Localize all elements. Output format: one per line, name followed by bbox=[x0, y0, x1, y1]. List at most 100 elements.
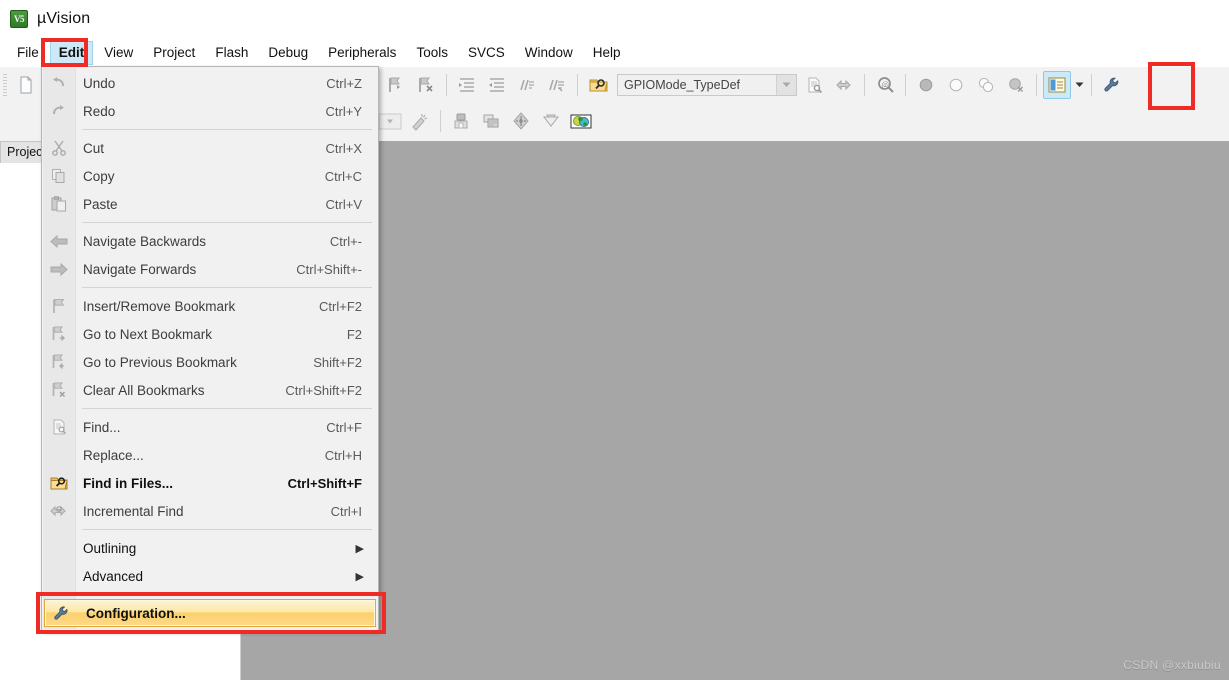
menu-window[interactable]: Window bbox=[516, 41, 582, 65]
configuration-wrench-icon[interactable] bbox=[1098, 71, 1126, 99]
menu-item-accelerator: F2 bbox=[346, 326, 362, 342]
configuration-wrench-icon bbox=[45, 600, 78, 626]
build-icon[interactable] bbox=[447, 107, 475, 135]
target-dropdown-icon[interactable] bbox=[376, 107, 404, 135]
menu-item-accelerator: Ctrl+Shift+F bbox=[287, 475, 362, 491]
toolbar-separator bbox=[864, 74, 865, 96]
target-options-icon[interactable] bbox=[406, 107, 434, 135]
undo-icon bbox=[42, 70, 75, 96]
menu-item-label: Navigate Backwards bbox=[83, 233, 207, 249]
menu-item-label: Clear All Bookmarks bbox=[83, 382, 205, 398]
submenu-arrow-icon: ▶ bbox=[355, 570, 364, 583]
menu-separator bbox=[82, 594, 372, 595]
menu-help[interactable]: Help bbox=[584, 41, 630, 65]
mdi-background bbox=[241, 141, 1229, 680]
menu-item-navigate-backwards[interactable]: Navigate Backwards Ctrl+- bbox=[42, 227, 378, 255]
disable-all-breakpoints-icon[interactable] bbox=[1002, 71, 1030, 99]
menu-item-accelerator: Ctrl+Z bbox=[326, 75, 362, 91]
menu-item-label: Find in Files... bbox=[83, 475, 174, 491]
menu-edit[interactable]: Edit bbox=[49, 40, 94, 65]
menu-item-label: Incremental Find bbox=[83, 503, 184, 519]
rebuild-icon[interactable] bbox=[477, 107, 505, 135]
menu-item-accelerator: Ctrl+X bbox=[325, 140, 362, 156]
menu-item-accelerator: Ctrl+C bbox=[324, 168, 362, 184]
magnifier-icon[interactable]: @ bbox=[871, 71, 899, 99]
batch-build-icon[interactable] bbox=[507, 107, 535, 135]
menu-view[interactable]: View bbox=[95, 41, 142, 65]
paste-icon bbox=[42, 191, 75, 217]
go-to-definition-icon[interactable] bbox=[800, 71, 828, 99]
menu-item-find-in-files[interactable]: Find in Files... Ctrl+Shift+F bbox=[42, 469, 378, 497]
menu-item-replace[interactable]: Replace... Ctrl+H bbox=[42, 441, 378, 469]
menu-item-label: Redo bbox=[83, 103, 116, 119]
bookmark-previous-icon bbox=[42, 349, 75, 375]
no-icon bbox=[42, 563, 75, 589]
indent-icon[interactable] bbox=[453, 71, 481, 99]
find-icon bbox=[42, 414, 75, 440]
edit-dropdown-menu: Undo Ctrl+Z Redo Ctrl+Y Cut Ctrl+X Copy … bbox=[41, 66, 379, 631]
project-window-icon[interactable] bbox=[1043, 71, 1071, 99]
cut-icon bbox=[42, 135, 75, 161]
menu-item-label: Find... bbox=[83, 419, 121, 435]
menu-tools[interactable]: Tools bbox=[407, 41, 457, 65]
menu-item-paste[interactable]: Paste Ctrl+V bbox=[42, 190, 378, 218]
incremental-find-icon[interactable] bbox=[830, 71, 858, 99]
menu-item-advanced[interactable]: Advanced ▶ bbox=[42, 562, 378, 590]
menu-debug[interactable]: Debug bbox=[259, 41, 317, 65]
menu-separator bbox=[82, 129, 372, 130]
menu-item-label: Go to Next Bookmark bbox=[83, 326, 213, 342]
menu-separator bbox=[82, 529, 372, 530]
symbol-combo-value[interactable]: GPIOMode_TypeDef bbox=[618, 78, 776, 92]
menu-item-insert-remove-bookmark[interactable]: Insert/Remove Bookmark Ctrl+F2 bbox=[42, 292, 378, 320]
no-icon bbox=[42, 535, 75, 561]
menu-file[interactable]: File bbox=[8, 41, 48, 65]
menu-item-outlining[interactable]: Outlining ▶ bbox=[42, 534, 378, 562]
menu-item-accelerator: Ctrl+H bbox=[324, 447, 362, 463]
menu-item-cut[interactable]: Cut Ctrl+X bbox=[42, 134, 378, 162]
menu-separator bbox=[82, 408, 372, 409]
menu-item-label: Insert/Remove Bookmark bbox=[83, 298, 236, 314]
menu-item-label: Go to Previous Bookmark bbox=[83, 354, 237, 370]
menu-item-undo[interactable]: Undo Ctrl+Z bbox=[42, 69, 378, 97]
menu-flash[interactable]: Flash bbox=[206, 41, 257, 65]
toolbar-grip[interactable] bbox=[3, 74, 7, 96]
menu-item-accelerator: Ctrl+F bbox=[326, 419, 362, 435]
menu-item-navigate-forwards[interactable]: Navigate Forwards Ctrl+Shift+- bbox=[42, 255, 378, 283]
menu-item-clear-all-bookmarks[interactable]: Clear All Bookmarks Ctrl+Shift+F2 bbox=[42, 376, 378, 404]
toolbar-separator bbox=[1036, 74, 1037, 96]
menu-separator bbox=[82, 287, 372, 288]
symbol-search-combo[interactable]: GPIOMode_TypeDef bbox=[617, 74, 797, 96]
menu-item-go-to-previous-bookmark[interactable]: Go to Previous Bookmark Shift+F2 bbox=[42, 348, 378, 376]
menu-item-accelerator: Ctrl+- bbox=[329, 233, 362, 249]
menu-item-incremental-find[interactable]: Incremental Find Ctrl+I bbox=[42, 497, 378, 525]
menu-svcs[interactable]: SVCS bbox=[459, 41, 514, 65]
toolbar-separator bbox=[905, 74, 906, 96]
project-window-dropdown-icon[interactable] bbox=[1072, 72, 1086, 98]
toolbar-separator bbox=[1091, 74, 1092, 96]
breakpoint-icon[interactable] bbox=[912, 71, 940, 99]
window-title: µVision bbox=[37, 10, 91, 27]
menu-item-find[interactable]: Find... Ctrl+F bbox=[42, 413, 378, 441]
menu-project[interactable]: Project bbox=[144, 41, 204, 65]
new-file-icon[interactable] bbox=[12, 71, 40, 99]
uncomment-icon[interactable] bbox=[543, 71, 571, 99]
outdent-icon[interactable] bbox=[483, 71, 511, 99]
menu-peripherals[interactable]: Peripherals bbox=[319, 41, 405, 65]
menu-item-redo[interactable]: Redo Ctrl+Y bbox=[42, 97, 378, 125]
menu-item-label: Cut bbox=[83, 140, 105, 156]
clear-bookmarks-icon[interactable] bbox=[412, 71, 440, 99]
download-icon[interactable] bbox=[537, 107, 565, 135]
find-in-files-icon[interactable] bbox=[584, 71, 612, 99]
menu-item-go-to-next-bookmark[interactable]: Go to Next Bookmark F2 bbox=[42, 320, 378, 348]
menu-item-accelerator: Ctrl+Shift+- bbox=[296, 261, 362, 277]
find-in-files-icon bbox=[42, 470, 75, 496]
disable-breakpoint-icon[interactable] bbox=[942, 71, 970, 99]
next-bookmark-icon[interactable] bbox=[382, 71, 410, 99]
chevron-down-icon[interactable] bbox=[776, 75, 796, 95]
comment-icon[interactable] bbox=[513, 71, 541, 99]
kill-breakpoints-icon[interactable] bbox=[972, 71, 1000, 99]
debug-session-icon[interactable] bbox=[567, 107, 595, 135]
bookmark-next-icon bbox=[42, 321, 75, 347]
menu-item-configuration[interactable]: Configuration... bbox=[44, 599, 376, 627]
menu-item-copy[interactable]: Copy Ctrl+C bbox=[42, 162, 378, 190]
